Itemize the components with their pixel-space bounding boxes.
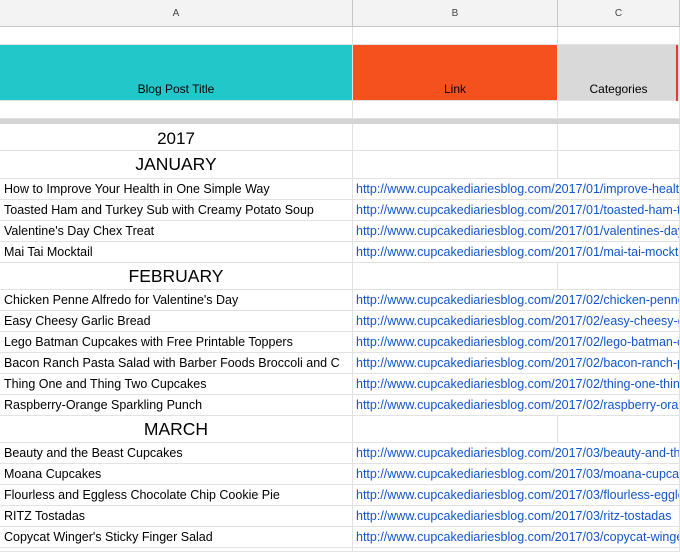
post-title-cell[interactable]: Mai Tai Mocktail bbox=[0, 242, 353, 263]
post-link[interactable]: http://www.cupcakediariesblog.com/2017/0… bbox=[356, 356, 679, 370]
post-link-cell[interactable]: http://www.cupcakediariesblog.com/2017/0… bbox=[353, 353, 680, 374]
post-link[interactable]: http://www.cupcakediariesblog.com/2017/0… bbox=[356, 335, 679, 349]
post-title: Chicken Penne Alfredo for Valentine's Da… bbox=[4, 293, 239, 307]
header-cell-link[interactable]: Link bbox=[353, 45, 558, 101]
post-title-cell[interactable]: Valentine's Day Chex Treat bbox=[0, 221, 353, 242]
empty-cell[interactable] bbox=[353, 263, 558, 290]
header-title-label: Blog Post Title bbox=[137, 82, 215, 96]
spreadsheet-grid: A B C Blog Post Title Link Categories 20… bbox=[0, 0, 680, 552]
month-cell-february[interactable]: FEBRUARY bbox=[0, 263, 353, 290]
post-link[interactable]: http://www.cupcakediariesblog.com/2017/0… bbox=[356, 530, 679, 544]
empty-cell[interactable] bbox=[558, 124, 680, 151]
month-label: JANUARY bbox=[135, 154, 217, 174]
post-link[interactable]: http://www.cupcakediariesblog.com/2017/0… bbox=[356, 203, 679, 217]
post-title: Copycat Winger's Sticky Finger Salad bbox=[4, 530, 213, 544]
empty-cell[interactable] bbox=[353, 548, 680, 552]
post-link-cell[interactable]: http://www.cupcakediariesblog.com/2017/0… bbox=[353, 464, 680, 485]
post-title-cell[interactable]: Raspberry-Orange Sparkling Punch bbox=[0, 395, 353, 416]
post-link[interactable]: http://www.cupcakediariesblog.com/2017/0… bbox=[356, 314, 679, 328]
post-title-cell[interactable]: Chicken Penne Alfredo for Valentine's Da… bbox=[0, 290, 353, 311]
header-link-label: Link bbox=[443, 82, 466, 96]
post-link[interactable]: http://www.cupcakediariesblog.com/2017/0… bbox=[356, 182, 679, 196]
empty-cell[interactable] bbox=[353, 27, 558, 45]
column-header-c-label: C bbox=[614, 8, 623, 19]
empty-cell[interactable] bbox=[558, 27, 680, 45]
column-header-a-label: A bbox=[172, 8, 180, 19]
post-link[interactable]: http://www.cupcakediariesblog.com/2017/0… bbox=[356, 467, 679, 481]
post-title: Easy Cheesy Garlic Bread bbox=[4, 314, 151, 328]
year-cell[interactable]: 2017 bbox=[0, 124, 353, 151]
empty-cell[interactable] bbox=[558, 151, 680, 179]
post-title-cell[interactable]: How to Improve Your Health in One Simple… bbox=[0, 179, 353, 200]
post-link-cell[interactable]: http://www.cupcakediariesblog.com/2017/0… bbox=[353, 311, 680, 332]
month-cell-march[interactable]: MARCH bbox=[0, 416, 353, 443]
post-link[interactable]: http://www.cupcakediariesblog.com/2017/0… bbox=[356, 398, 679, 412]
post-title-cell[interactable]: Copycat Winger's Sticky Finger Salad bbox=[0, 527, 353, 548]
post-link[interactable]: http://www.cupcakediariesblog.com/2017/0… bbox=[356, 446, 679, 460]
post-link[interactable]: http://www.cupcakediariesblog.com/2017/0… bbox=[356, 377, 679, 391]
post-title: Flourless and Eggless Chocolate Chip Coo… bbox=[4, 488, 280, 502]
header-categories-label: Categories bbox=[589, 82, 648, 96]
post-link-cell[interactable]: http://www.cupcakediariesblog.com/2017/0… bbox=[353, 221, 680, 242]
post-link-cell[interactable]: http://www.cupcakediariesblog.com/2017/0… bbox=[353, 179, 680, 200]
empty-cell[interactable] bbox=[0, 548, 353, 552]
post-link-cell[interactable]: http://www.cupcakediariesblog.com/2017/0… bbox=[353, 332, 680, 353]
empty-cell[interactable] bbox=[353, 151, 558, 179]
post-title: Raspberry-Orange Sparkling Punch bbox=[4, 398, 203, 412]
month-cell-january[interactable]: JANUARY bbox=[0, 151, 353, 179]
post-title: Valentine's Day Chex Treat bbox=[4, 224, 155, 238]
post-title-cell[interactable]: Toasted Ham and Turkey Sub with Creamy P… bbox=[0, 200, 353, 221]
post-title-cell[interactable]: Lego Batman Cupcakes with Free Printable… bbox=[0, 332, 353, 353]
post-link-cell[interactable]: http://www.cupcakediariesblog.com/2017/0… bbox=[353, 506, 680, 527]
column-header-b-label: B bbox=[451, 8, 459, 19]
column-header-b[interactable]: B bbox=[353, 0, 558, 27]
post-title-cell[interactable]: Easy Cheesy Garlic Bread bbox=[0, 311, 353, 332]
post-link-cell[interactable]: http://www.cupcakediariesblog.com/2017/0… bbox=[353, 527, 680, 548]
header-cell-categories[interactable]: Categories bbox=[558, 45, 680, 101]
post-link-cell[interactable]: http://www.cupcakediariesblog.com/2017/0… bbox=[353, 374, 680, 395]
header-cell-title[interactable]: Blog Post Title bbox=[0, 45, 353, 101]
year-label: 2017 bbox=[157, 129, 195, 148]
post-title-cell[interactable]: Moana Cupcakes bbox=[0, 464, 353, 485]
post-link-cell[interactable]: http://www.cupcakediariesblog.com/2017/0… bbox=[353, 443, 680, 464]
post-link[interactable]: http://www.cupcakediariesblog.com/2017/0… bbox=[356, 293, 679, 307]
post-title: Thing One and Thing Two Cupcakes bbox=[4, 377, 207, 391]
post-title: Moana Cupcakes bbox=[4, 467, 102, 481]
post-title-cell[interactable]: RITZ Tostadas bbox=[0, 506, 353, 527]
post-title-cell[interactable]: Flourless and Eggless Chocolate Chip Coo… bbox=[0, 485, 353, 506]
post-title: Mai Tai Mocktail bbox=[4, 245, 93, 259]
post-title: Bacon Ranch Pasta Salad with Barber Food… bbox=[4, 356, 340, 370]
empty-cell[interactable] bbox=[0, 27, 353, 45]
post-title: Lego Batman Cupcakes with Free Printable… bbox=[4, 335, 293, 349]
column-header-c[interactable]: C bbox=[558, 0, 680, 27]
post-title: Beauty and the Beast Cupcakes bbox=[4, 446, 183, 460]
post-link[interactable]: http://www.cupcakediariesblog.com/2017/0… bbox=[356, 488, 679, 502]
empty-cell[interactable] bbox=[353, 416, 558, 443]
post-title-cell[interactable]: Bacon Ranch Pasta Salad with Barber Food… bbox=[0, 353, 353, 374]
empty-cell[interactable] bbox=[558, 416, 680, 443]
column-header-a[interactable]: A bbox=[0, 0, 353, 27]
month-label: MARCH bbox=[143, 419, 209, 439]
post-title-cell[interactable]: Beauty and the Beast Cupcakes bbox=[0, 443, 353, 464]
empty-cell[interactable] bbox=[0, 101, 353, 119]
empty-cell[interactable] bbox=[558, 101, 680, 119]
post-link[interactable]: http://www.cupcakediariesblog.com/2017/0… bbox=[356, 509, 671, 523]
post-link-cell[interactable]: http://www.cupcakediariesblog.com/2017/0… bbox=[353, 200, 680, 221]
column-divider-marker bbox=[676, 45, 678, 101]
post-link-cell[interactable]: http://www.cupcakediariesblog.com/2017/0… bbox=[353, 395, 680, 416]
post-title-cell[interactable]: Thing One and Thing Two Cupcakes bbox=[0, 374, 353, 395]
month-label: FEBRUARY bbox=[128, 266, 224, 286]
post-link[interactable]: http://www.cupcakediariesblog.com/2017/0… bbox=[356, 224, 679, 238]
post-link-cell[interactable]: http://www.cupcakediariesblog.com/2017/0… bbox=[353, 242, 680, 263]
empty-cell[interactable] bbox=[353, 124, 558, 151]
post-link-cell[interactable]: http://www.cupcakediariesblog.com/2017/0… bbox=[353, 290, 680, 311]
post-link[interactable]: http://www.cupcakediariesblog.com/2017/0… bbox=[356, 245, 679, 259]
post-title: How to Improve Your Health in One Simple… bbox=[4, 182, 270, 196]
empty-cell[interactable] bbox=[353, 101, 558, 119]
post-title: RITZ Tostadas bbox=[4, 509, 86, 523]
post-link-cell[interactable]: http://www.cupcakediariesblog.com/2017/0… bbox=[353, 485, 680, 506]
empty-cell[interactable] bbox=[558, 263, 680, 290]
post-title: Toasted Ham and Turkey Sub with Creamy P… bbox=[4, 203, 314, 217]
